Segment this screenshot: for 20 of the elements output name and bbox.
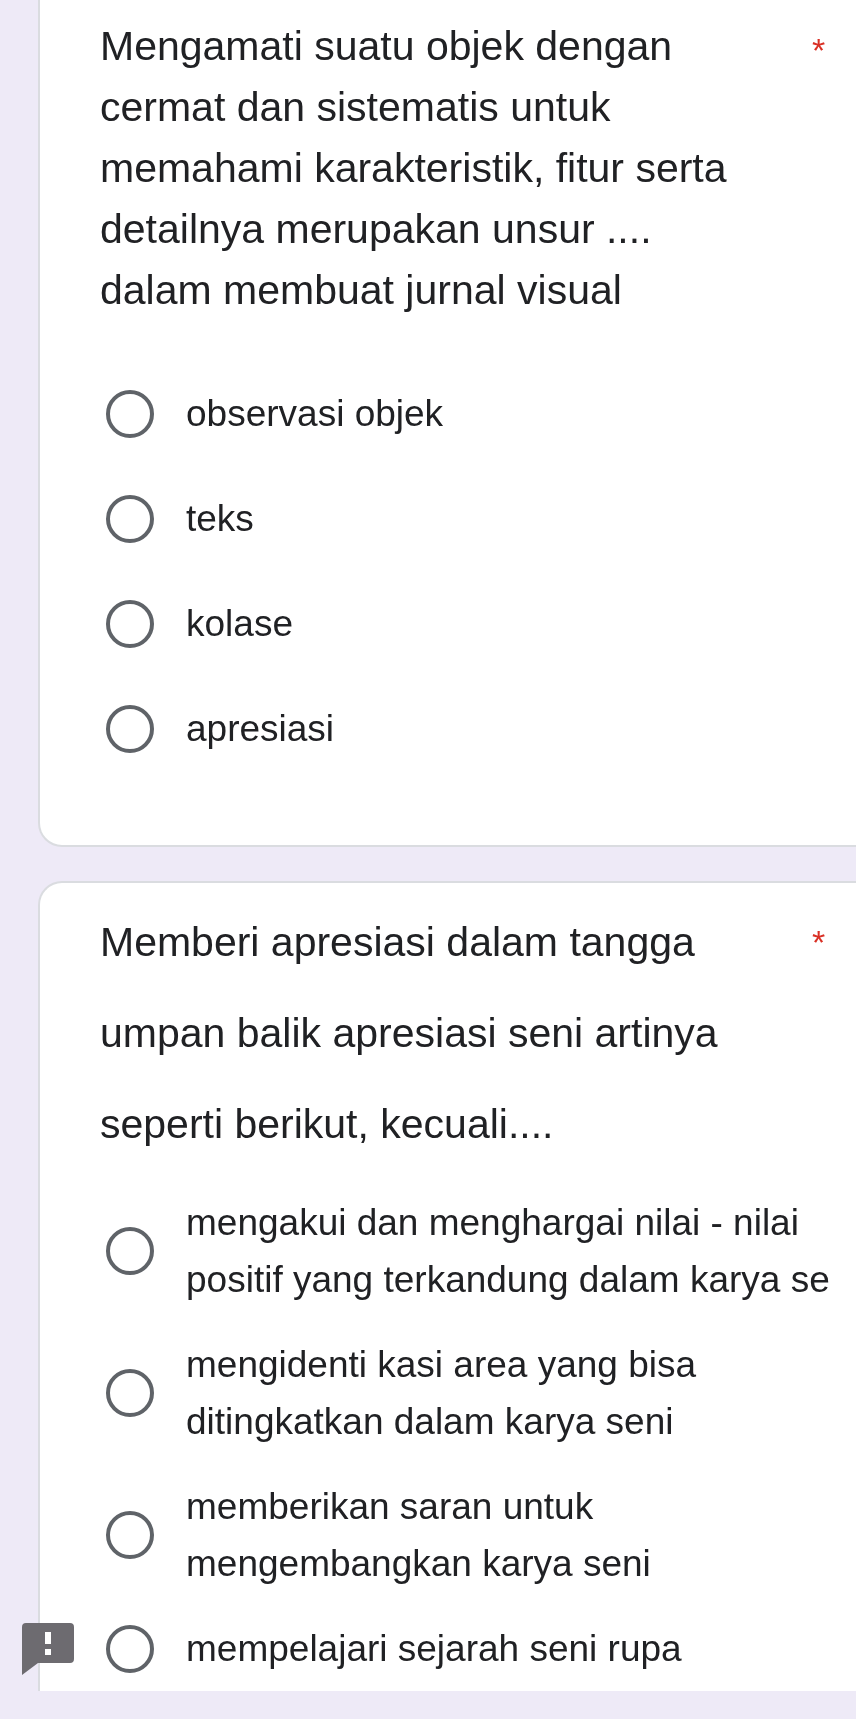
radio-button[interactable] xyxy=(105,1368,155,1418)
option-label: mengakui dan menghargai nilai - nilai positif yang terkandung dalam karya se xyxy=(186,1201,831,1302)
radio-button[interactable] xyxy=(105,388,155,439)
radio-button[interactable] xyxy=(105,1226,155,1276)
option-label: apresiasi xyxy=(186,707,336,751)
radio-button[interactable] xyxy=(105,1623,155,1674)
option-label: teks xyxy=(186,497,255,541)
radio-button[interactable] xyxy=(105,703,155,754)
option-label: kolase xyxy=(186,602,294,646)
option-label: observasi objek xyxy=(186,392,445,436)
required-mark: * xyxy=(812,30,826,71)
question-text: Memberi apresiasi dalam tangga umpan balik apresiasi seni artinya seperti berikut, kecuali.... xyxy=(100,918,719,1149)
required-mark: * xyxy=(812,922,826,963)
radio-button[interactable] xyxy=(105,598,155,649)
option-label: mempelajari sejarah seni rupa xyxy=(186,1627,683,1671)
option-label: memberikan saran untuk mengembangkan karya seni xyxy=(186,1485,652,1586)
radio-button[interactable] xyxy=(105,1510,155,1560)
radio-button[interactable] xyxy=(105,493,155,544)
option-label: mengidenti kasi area yang bisa ditingkatkan dalam karya seni xyxy=(186,1343,698,1444)
question-text: Mengamati suatu objek dengan cermat dan sistematis untuk memahami karakteristik, fitur serta detailnya merupakan unsur .... dalam membuat jurnal visual xyxy=(100,22,728,315)
